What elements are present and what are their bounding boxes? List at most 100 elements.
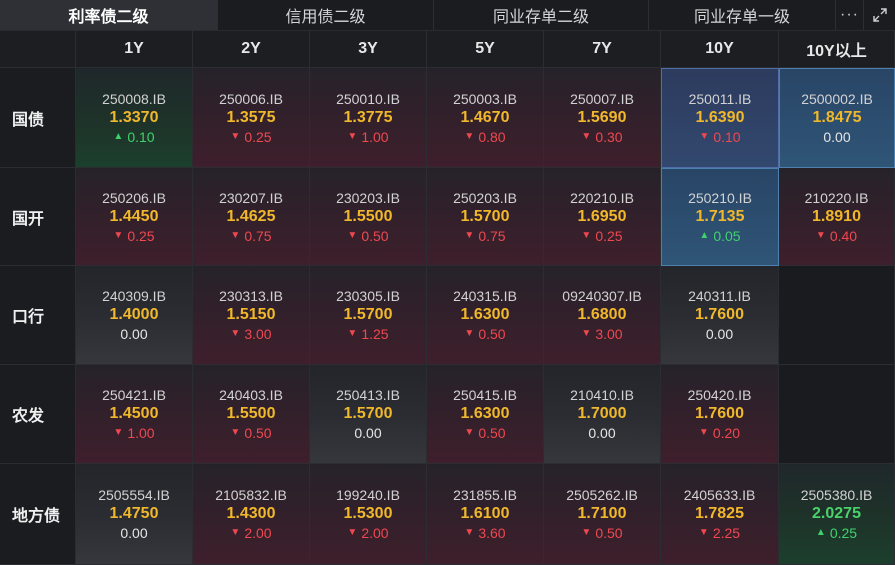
bond-yield: 1.3575 [226, 108, 276, 126]
bond-cell[interactable]: 210410.IB 1.7000 0.00 [544, 365, 661, 464]
bond-cell[interactable]: 250420.IB 1.7600 ▼ 0.20 [661, 365, 779, 464]
bond-code: 240403.IB [219, 387, 283, 403]
arrow-down-icon: ▼ [464, 527, 475, 538]
column-header: 1Y [76, 31, 193, 68]
change-value: 0.25 [595, 227, 623, 244]
bond-cell[interactable]: 2105832.IB 1.4300 ▼ 2.00 [193, 464, 310, 565]
change-value: 3.00 [595, 326, 623, 342]
bond-change: ▼ 3.60 [464, 524, 505, 542]
bond-change: ▼ 3.00 [230, 325, 271, 343]
arrow-down-icon: ▼ [113, 229, 124, 241]
change-value: 0.50 [478, 326, 506, 342]
change-value: 0.20 [712, 425, 741, 441]
bond-yield: 1.6300 [460, 306, 510, 323]
bond-yield: 2.0275 [812, 505, 861, 522]
bond-yield: 1.5500 [343, 207, 393, 225]
bond-change: 0.00 [120, 524, 147, 542]
bond-cell[interactable]: 09240307.IB 1.6800 ▼ 3.00 [544, 266, 661, 365]
column-header: 10Y [661, 31, 779, 68]
bond-cell[interactable]: 2500002.IB 1.8475 0.00 [779, 68, 895, 168]
tab-bar: 利率债二级 信用债二级 同业存单二级 同业存单一级 ··· [0, 0, 895, 31]
bond-cell[interactable]: 199240.IB 1.5300 ▼ 2.00 [310, 464, 427, 565]
tab-4[interactable]: 同业存单一级 [649, 0, 836, 30]
bond-code: 230313.IB [219, 288, 283, 304]
change-value: 0.00 [823, 129, 851, 145]
bond-cell[interactable]: 250206.IB 1.4450 ▼ 0.25 [76, 168, 193, 266]
arrow-down-icon: ▼ [581, 229, 592, 241]
change-value: 0.40 [829, 227, 858, 244]
bond-cell[interactable]: 230313.IB 1.5150 ▼ 3.00 [193, 266, 310, 365]
arrow-up-icon: ▲ [699, 230, 710, 241]
change-value: 0.75 [478, 227, 506, 244]
arrow-down-icon: ▼ [347, 130, 358, 142]
bond-yield: 1.5700 [460, 207, 510, 225]
bond-change: ▼ 0.50 [581, 524, 622, 542]
bond-yield: 1.7100 [577, 505, 627, 522]
bond-change: ▼ 0.50 [230, 424, 271, 442]
bond-cell[interactable]: 2505262.IB 1.7100 ▼ 0.50 [544, 464, 661, 565]
bond-yield: 1.4450 [109, 207, 159, 225]
arrow-down-icon: ▼ [347, 527, 358, 538]
bond-change: ▼ 1.25 [347, 325, 388, 343]
tab-2[interactable]: 信用债二级 [218, 0, 434, 30]
bond-code: 250203.IB [453, 189, 517, 206]
bond-cell[interactable]: 240309.IB 1.4000 0.00 [76, 266, 193, 365]
yield-grid: 1Y 2Y 3Y 5Y 7Y 10Y 10Y以上 国债 250008.IB 1.3370 ▲ 0.10… [0, 31, 895, 565]
bond-cell[interactable]: 2505554.IB 1.4750 0.00 [76, 464, 193, 565]
bond-cell[interactable]: 250010.IB 1.3775 ▼ 1.00 [310, 68, 427, 168]
change-value: 2.25 [712, 525, 741, 541]
arrow-down-icon: ▼ [230, 527, 241, 538]
bond-cell[interactable]: 2405633.IB 1.7825 ▼ 2.25 [661, 464, 779, 565]
bond-code: 240309.IB [102, 288, 166, 304]
bond-cell[interactable]: 2505380.IB 2.0275 ▲ 0.25 [779, 464, 895, 565]
more-tabs-button[interactable]: ··· [836, 0, 864, 30]
bond-cell[interactable]: 250003.IB 1.4670 ▼ 0.80 [427, 68, 544, 168]
bond-cell[interactable]: 250006.IB 1.3575 ▼ 0.25 [193, 68, 310, 168]
bond-cell[interactable]: 230203.IB 1.5500 ▼ 0.50 [310, 168, 427, 266]
change-value: 1.00 [361, 128, 389, 145]
bond-cell[interactable]: 240315.IB 1.6300 ▼ 0.50 [427, 266, 544, 365]
bond-cell[interactable]: 250008.IB 1.3370 ▲ 0.10 [76, 68, 193, 168]
bond-code: 2500002.IB [801, 91, 873, 107]
bond-code: 230305.IB [336, 288, 400, 304]
bond-cell[interactable]: 250007.IB 1.5690 ▼ 0.30 [544, 68, 661, 168]
arrow-down-icon: ▼ [230, 229, 241, 241]
bond-cell[interactable]: 240403.IB 1.5500 ▼ 0.50 [193, 365, 310, 464]
change-value: 0.00 [705, 326, 734, 342]
bond-cell[interactable]: 250415.IB 1.6300 ▼ 0.50 [427, 365, 544, 464]
bond-cell[interactable]: 230207.IB 1.4625 ▼ 0.75 [193, 168, 310, 266]
change-value: 0.75 [244, 227, 272, 244]
bond-yield: 1.8910 [812, 207, 861, 225]
change-value: 0.00 [120, 525, 148, 541]
column-header: 5Y [427, 31, 544, 68]
row-header: 地方债 [0, 464, 76, 565]
arrow-down-icon: ▼ [230, 427, 241, 438]
arrow-down-icon: ▼ [581, 527, 592, 538]
tab-1[interactable]: 利率债二级 [0, 0, 218, 30]
arrow-down-icon: ▼ [230, 328, 241, 339]
bond-change: 0.00 [588, 424, 615, 442]
bond-cell[interactable]: 250413.IB 1.5700 0.00 [310, 365, 427, 464]
bond-cell[interactable]: 250011.IB 1.6390 ▼ 0.10 [661, 68, 779, 168]
change-value: 0.00 [120, 326, 148, 342]
bond-cell[interactable]: 210220.IB 1.8910 ▼ 0.40 [779, 168, 895, 266]
change-value: 0.30 [595, 128, 623, 145]
bond-cell[interactable]: 250421.IB 1.4500 ▼ 1.00 [76, 365, 193, 464]
corner-cell [0, 31, 76, 68]
tab-3[interactable]: 同业存单二级 [434, 0, 649, 30]
change-value: 0.50 [478, 425, 506, 441]
bond-cell[interactable]: 240311.IB 1.7600 0.00 [661, 266, 779, 365]
bond-cell[interactable]: 231855.IB 1.6100 ▼ 3.60 [427, 464, 544, 565]
empty-cell [779, 365, 895, 464]
bond-cell[interactable]: 220210.IB 1.6950 ▼ 0.25 [544, 168, 661, 266]
bond-cell[interactable]: 250203.IB 1.5700 ▼ 0.75 [427, 168, 544, 266]
bond-cell[interactable]: 230305.IB 1.5700 ▼ 1.25 [310, 266, 427, 365]
change-value: 2.00 [361, 525, 389, 541]
bond-cell[interactable]: 250210.IB 1.7135 ▲ 0.05 [661, 168, 779, 266]
bond-code: 199240.IB [336, 487, 400, 503]
bond-yield: 1.5700 [343, 405, 393, 422]
bond-yield: 1.7135 [695, 208, 745, 225]
bond-change: ▼ 1.00 [113, 424, 154, 442]
expand-icon[interactable] [864, 0, 895, 30]
bond-code: 230203.IB [336, 189, 400, 206]
